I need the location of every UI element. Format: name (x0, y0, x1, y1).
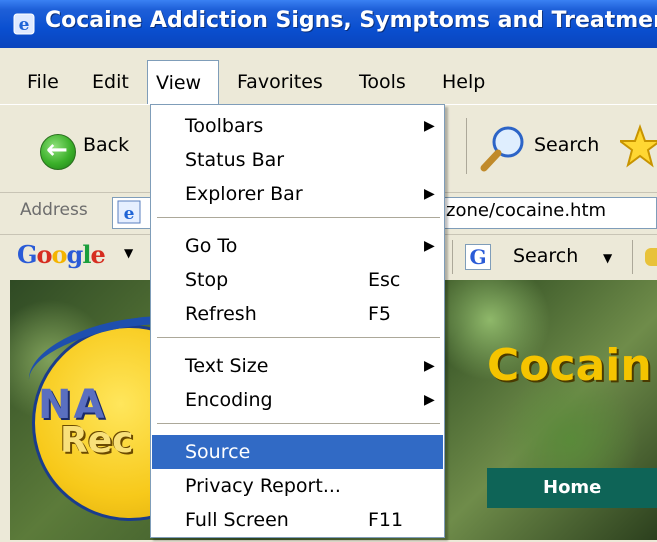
site-heading: Cocain (487, 340, 652, 391)
menu-edit[interactable]: Edit (92, 69, 129, 95)
menu-item-label: Explorer Bar (185, 183, 303, 205)
menu-item-toolbars[interactable]: Toolbars ▶ (152, 109, 443, 143)
google-logo[interactable]: Google (17, 240, 106, 269)
svg-text:e: e (124, 204, 135, 224)
view-menu-dropdown: Toolbars ▶ Status Bar Explorer Bar ▶ Go … (150, 104, 445, 538)
menu-view[interactable]: View (147, 60, 219, 104)
submenu-arrow-icon: ▶ (424, 118, 435, 134)
menu-item-shortcut: F11 (368, 509, 404, 531)
toolbar-button-icon[interactable] (645, 248, 657, 266)
menu-bar: File Edit View Favorites Tools Help (0, 60, 657, 104)
google-search-dropdown-icon[interactable]: ▼ (603, 251, 612, 265)
submenu-arrow-icon: ▶ (424, 392, 435, 408)
menu-item-shortcut: F5 (368, 303, 392, 325)
search-label: Search (534, 134, 600, 156)
menu-item-shortcut: Esc (368, 269, 401, 291)
menu-item-go-to[interactable]: Go To ▶ (152, 229, 443, 263)
menu-item-label: Source (185, 441, 251, 463)
chrome-gap (0, 48, 657, 60)
menu-separator (157, 217, 440, 218)
menu-separator (157, 337, 440, 338)
menu-item-refresh[interactable]: Refresh F5 (152, 297, 443, 331)
menu-item-privacy-report[interactable]: Privacy Report... (152, 469, 443, 503)
back-arrow-icon: ← (46, 135, 68, 165)
ie-icon: e (13, 13, 35, 35)
title-bar[interactable]: e Cocaine Addiction Signs, Symptoms and … (0, 0, 657, 48)
menu-item-label: Encoding (185, 389, 273, 411)
menu-item-text-size[interactable]: Text Size ▶ (152, 349, 443, 383)
menu-item-label: Stop (185, 269, 229, 291)
menu-item-status-bar[interactable]: Status Bar (152, 143, 443, 177)
menu-item-label: Status Bar (185, 149, 285, 171)
menu-file[interactable]: File (27, 69, 59, 95)
google-separator (452, 240, 453, 274)
menu-item-label: Privacy Report... (185, 475, 341, 497)
google-dropdown-icon[interactable]: ▼ (124, 246, 133, 260)
search-icon (480, 126, 524, 172)
svg-text:e: e (19, 15, 30, 35)
menu-separator (157, 423, 440, 424)
google-g-icon: G (465, 244, 491, 270)
menu-item-source[interactable]: Source (152, 435, 443, 469)
menu-item-full-screen[interactable]: Full Screen F11 (152, 503, 443, 537)
google-separator-2 (632, 240, 633, 274)
home-link[interactable]: Home (487, 468, 657, 508)
menu-item-label: Toolbars (185, 115, 264, 137)
menu-item-label: Go To (185, 235, 238, 257)
frame-edge (0, 280, 10, 542)
window-title: Cocaine Addiction Signs, Symptoms and Tr… (45, 8, 657, 33)
menu-item-label: Refresh (185, 303, 257, 325)
menu-item-encoding[interactable]: Encoding ▶ (152, 383, 443, 417)
submenu-arrow-icon: ▶ (424, 186, 435, 202)
google-search-label[interactable]: Search (513, 245, 578, 267)
menu-item-label: Full Screen (185, 509, 289, 531)
submenu-arrow-icon: ▶ (424, 238, 435, 254)
menu-item-label: Text Size (185, 355, 269, 377)
favorites-star-icon[interactable] (620, 124, 657, 172)
menu-tools[interactable]: Tools (359, 69, 406, 95)
address-label: Address (20, 200, 88, 220)
menu-item-explorer-bar[interactable]: Explorer Bar ▶ (152, 177, 443, 211)
menu-item-stop[interactable]: Stop Esc (152, 263, 443, 297)
menu-help[interactable]: Help (442, 69, 485, 95)
toolbar-separator (466, 118, 467, 174)
address-url: zone/cocaine.htm (446, 200, 607, 221)
menu-favorites[interactable]: Favorites (237, 69, 323, 95)
logo-text-bottom: Rec (60, 420, 134, 461)
back-label: Back (83, 134, 130, 156)
submenu-arrow-icon: ▶ (424, 358, 435, 374)
page-icon: e (117, 200, 141, 224)
